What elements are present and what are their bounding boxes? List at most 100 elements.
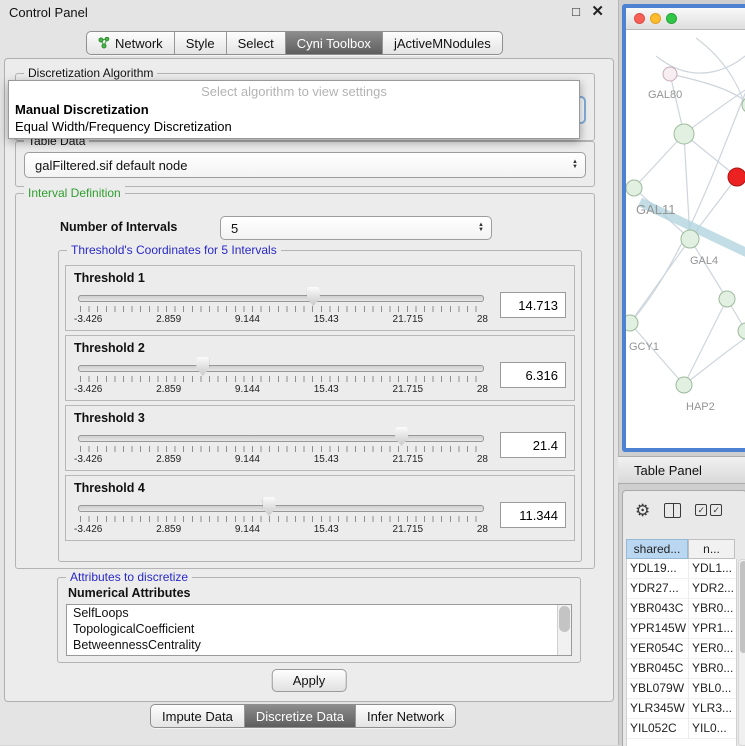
tab-label: jActiveMNodules	[394, 36, 491, 51]
threshold-1-value-field[interactable]: 14.713	[500, 292, 566, 318]
table-body: YDL19...YDL1... YDR27...YDR2... YBR043CY…	[626, 559, 737, 746]
slider-track[interactable]	[78, 365, 484, 372]
interval-definition-group: Interval Definition Number of Intervals …	[15, 193, 595, 569]
network-graph: GAL80 GAL11 GAL4 GCY1 HAP2	[626, 30, 745, 449]
node-label-gal80: GAL80	[648, 89, 682, 101]
tab-discretize-data[interactable]: Discretize Data	[245, 705, 356, 727]
list-scrollbar[interactable]	[557, 605, 571, 655]
checkbox-icon[interactable]: ✓	[710, 504, 722, 516]
slider-scale: -3.4262.8599.14415.4321.71528	[74, 314, 488, 325]
slider-scale: -3.4262.8599.14415.4321.71528	[74, 454, 488, 465]
tab-infer-network[interactable]: Infer Network	[356, 705, 455, 727]
gear-icon[interactable]: ⚙	[635, 502, 650, 519]
list-item[interactable]: TopologicalCoefficient	[67, 621, 571, 637]
tab-impute-data[interactable]: Impute Data	[151, 705, 245, 727]
minimize-traffic-light-icon[interactable]	[650, 13, 661, 24]
slider-thumb[interactable]	[263, 497, 276, 516]
node[interactable]	[626, 180, 642, 196]
tab-select[interactable]: Select	[227, 32, 286, 54]
node[interactable]	[681, 230, 699, 248]
apply-button[interactable]: Apply	[272, 669, 347, 692]
tab-network[interactable]: Network	[87, 32, 175, 54]
network-window-titlebar[interactable]	[626, 8, 745, 30]
threshold-1-panel: Threshold 1 -3.4262.8599.14415.4321.7152…	[65, 265, 575, 331]
slider-ticks	[80, 516, 482, 522]
node[interactable]	[674, 124, 694, 144]
tab-label: Impute Data	[162, 709, 233, 724]
tab-label: Style	[186, 36, 215, 51]
threshold-label: Threshold 3	[74, 411, 566, 425]
threshold-4-slider[interactable]: -3.4262.8599.14415.4321.71528	[74, 495, 488, 539]
threshold-3-value-field[interactable]: 21.4	[500, 432, 566, 458]
table-row[interactable]: YBR043CYBR0...	[627, 599, 736, 619]
thresholds-group: Threshold's Coordinates for 5 Intervals …	[58, 250, 582, 562]
table-row[interactable]: YPR145WYPR1...	[627, 619, 736, 639]
threshold-3-slider[interactable]: -3.4262.8599.14415.4321.71528	[74, 425, 488, 469]
table-row[interactable]: YBR045CYBR0...	[627, 659, 736, 679]
group-title: Discretization Algorithm	[24, 66, 157, 80]
combo-stepper-icon: ▲▼	[572, 160, 578, 170]
num-intervals-combo[interactable]: 5 ▲▼	[220, 216, 492, 240]
slider-track[interactable]	[78, 435, 484, 442]
dropdown-option-manual-discretization[interactable]: Manual Discretization	[9, 101, 579, 118]
threshold-1-slider[interactable]: -3.4262.8599.14415.4321.71528	[74, 285, 488, 329]
list-item[interactable]: BetweennessCentrality	[67, 637, 571, 653]
close-traffic-light-icon[interactable]	[634, 13, 645, 24]
combo-value: 5	[231, 221, 238, 236]
node[interactable]	[663, 67, 677, 81]
node-label-hap2: HAP2	[686, 401, 715, 413]
threshold-2-value-field[interactable]: 6.316	[500, 362, 566, 388]
float-window-icon[interactable]: □	[572, 4, 580, 19]
dropdown-option-equal-width-frequency[interactable]: Equal Width/Frequency Discretization	[9, 118, 579, 135]
slider-track[interactable]	[78, 295, 484, 302]
column-header-name[interactable]: n...	[688, 539, 735, 559]
close-window-icon[interactable]: ✕	[591, 2, 604, 20]
scrollbar-thumb[interactable]	[740, 561, 745, 653]
network-view-window: GAL80 GAL11 GAL4 GCY1 HAP2	[622, 4, 745, 452]
node-label-gal11: GAL11	[636, 202, 676, 217]
scrollbar-thumb[interactable]	[559, 606, 570, 632]
table-data-group: Table Data galFiltered.sif default node …	[15, 141, 595, 187]
table-row[interactable]: YIL052CYIL0...	[627, 719, 736, 739]
table-row[interactable]: YDR27...YDR2...	[627, 579, 736, 599]
slider-thumb[interactable]	[395, 427, 408, 446]
node[interactable]	[626, 315, 638, 331]
tab-cyni-toolbox[interactable]: Cyni Toolbox	[286, 32, 383, 54]
slider-ticks	[80, 306, 482, 312]
node[interactable]	[719, 291, 735, 307]
control-panel-window: Control Panel □ ✕ Network Style Select C…	[0, 0, 618, 745]
table-row[interactable]: YDL19...YDL1...	[627, 559, 736, 579]
column-header-shared-name[interactable]: shared...	[626, 539, 688, 559]
slider-track[interactable]	[78, 505, 484, 512]
table-row[interactable]: YER054CYER0...	[627, 639, 736, 659]
node[interactable]	[676, 377, 692, 393]
table-row[interactable]: YLR345WYLR3...	[627, 699, 736, 719]
columns-icon[interactable]	[664, 503, 681, 518]
threshold-4-value-field[interactable]: 11.344	[500, 502, 566, 528]
table-data-combo[interactable]: galFiltered.sif default node ▲▼	[24, 152, 586, 178]
zoom-traffic-light-icon[interactable]	[666, 13, 677, 24]
tab-style[interactable]: Style	[175, 32, 227, 54]
select-columns-checkboxes[interactable]: ✓ ✓	[695, 504, 722, 516]
tab-label: Infer Network	[367, 709, 444, 724]
tab-jactivemnodules[interactable]: jActiveMNodules	[383, 32, 502, 54]
table-scrollbar[interactable]	[738, 559, 745, 746]
network-canvas[interactable]: GAL80 GAL11 GAL4 GCY1 HAP2	[626, 30, 745, 449]
group-title: Attributes to discretize	[66, 570, 192, 584]
slider-ticks	[80, 446, 482, 452]
attributes-list[interactable]: SelfLoops TopologicalCoefficient Between…	[66, 604, 572, 656]
slider-thumb[interactable]	[196, 357, 209, 376]
table-row[interactable]: YBL079WYBL0...	[627, 679, 736, 699]
node[interactable]	[738, 323, 745, 339]
tab-label: Discretize Data	[256, 709, 344, 724]
table-panel-header: Table Panel	[618, 456, 745, 484]
node-selected-red[interactable]	[728, 168, 745, 186]
checkbox-icon[interactable]: ✓	[695, 504, 707, 516]
slider-thumb[interactable]	[307, 287, 320, 306]
threshold-2-slider[interactable]: -3.4262.8599.14415.4321.71528	[74, 355, 488, 399]
window-title: Control Panel	[9, 5, 88, 20]
list-item[interactable]: SelfLoops	[67, 605, 571, 621]
group-title: Threshold's Coordinates for 5 Intervals	[67, 243, 281, 257]
threshold-4-panel: Threshold 4 -3.4262.8599.14415.4321.7152…	[65, 475, 575, 541]
table-panel-window: ⚙ ✓ ✓ shared... n... YDL19...YDL1... YDR…	[622, 490, 745, 746]
